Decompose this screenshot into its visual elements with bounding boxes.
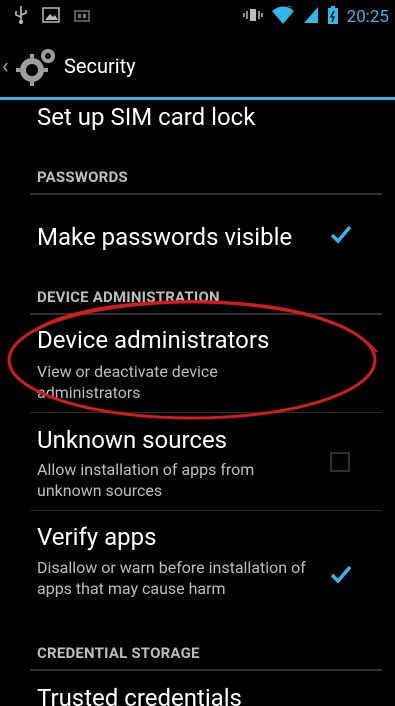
security-settings-list: Set up SIM card lock PASSWORDS Make pass…	[0, 100, 395, 706]
signal-icon	[303, 6, 319, 28]
device-administrators-title: Device administrators	[37, 326, 270, 354]
sim-card-lock-item[interactable]: Set up SIM card lock	[0, 100, 395, 131]
vibrate-icon	[242, 7, 263, 27]
settings-gear-icon[interactable]	[14, 44, 58, 88]
make-passwords-visible-item[interactable]: Make passwords visible	[0, 196, 395, 276]
unknown-sources-title: Unknown sources	[37, 426, 228, 454]
passwords-header: PASSWORDS	[37, 168, 128, 186]
svg-text:R: R	[287, 6, 292, 13]
unknown-sources-checkbox[interactable]	[330, 452, 350, 472]
clock: 20:25	[346, 7, 389, 27]
trusted-credentials-item[interactable]: Trusted credentials	[0, 672, 395, 706]
sd-card-icon	[74, 8, 90, 27]
page-title: Security	[64, 54, 136, 78]
trusted-credentials-title: Trusted credentials	[37, 684, 242, 706]
make-passwords-visible-checkbox[interactable]	[330, 225, 352, 245]
make-passwords-visible-title: Make passwords visible	[37, 223, 293, 251]
passwords-divider	[30, 193, 382, 195]
device-administrators-item[interactable]: Device administrators View or deactivate…	[0, 316, 395, 402]
wifi-icon: R	[271, 5, 295, 29]
back-arrow-icon[interactable]: ‹	[2, 54, 12, 79]
battery-icon	[327, 5, 339, 29]
verify-apps-summary: Disallow or warn before installation of …	[37, 558, 306, 598]
verify-apps-checkbox[interactable]	[330, 565, 352, 585]
device-administrators-summary: View or deactivate device administrators	[37, 362, 218, 402]
verify-apps-title: Verify apps	[37, 523, 157, 551]
verify-apps-item[interactable]: Verify apps Disallow or warn before inst…	[0, 511, 395, 625]
credential-storage-header: CREDENTIAL STORAGE	[37, 644, 200, 662]
unknown-sources-item[interactable]: Unknown sources Allow installation of ap…	[0, 413, 395, 511]
status-bar: R 20:25	[0, 0, 395, 34]
device-administration-divider	[30, 313, 382, 315]
unknown-sources-summary: Allow installation of apps from unknown …	[37, 460, 255, 500]
image-icon	[42, 7, 60, 27]
action-bar: ‹ Security	[0, 34, 395, 98]
usb-icon	[14, 6, 28, 28]
credential-storage-divider	[30, 669, 382, 671]
device-administration-header: DEVICE ADMINISTRATION	[37, 288, 220, 306]
sim-card-lock-title: Set up SIM card lock	[37, 103, 256, 131]
